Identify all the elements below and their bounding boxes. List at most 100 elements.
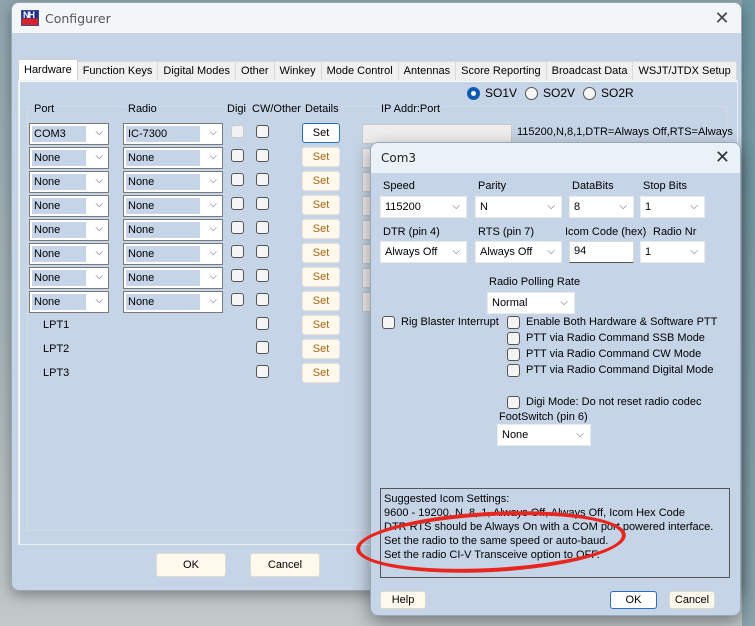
help-button[interactable]: Help <box>380 591 426 609</box>
set-details-button[interactable]: Set <box>302 363 340 383</box>
tab-digital-modes[interactable]: Digital Modes <box>157 61 237 80</box>
dialog-ok-button[interactable]: OK <box>610 591 657 609</box>
chevron-down-icon: ⌵ <box>95 127 103 138</box>
tab-function-keys[interactable]: Function Keys <box>76 61 159 80</box>
cw-other-checkbox[interactable] <box>256 293 269 306</box>
rts-select[interactable]: Always Off ⌵ <box>475 241 562 263</box>
digi-checkbox[interactable] <box>231 269 244 282</box>
notes-line: Set the radio CI-V Transceive option to … <box>384 549 600 561</box>
chevron-down-icon: ⌵ <box>95 199 103 210</box>
set-details-button[interactable]: Set <box>302 219 340 239</box>
port-select[interactable]: None ⌵ <box>29 219 109 241</box>
radio-nr-select[interactable]: 1 ⌵ <box>640 241 705 263</box>
header-digi: Digi <box>225 103 248 115</box>
speed-label: Speed <box>383 180 415 192</box>
radio-so2r[interactable] <box>583 86 597 100</box>
set-details-button[interactable]: Set <box>302 171 340 191</box>
polling-rate-select[interactable]: Normal ⌵ <box>487 292 575 314</box>
radio-so1v[interactable] <box>467 86 480 100</box>
port-select[interactable]: None ⌵ <box>29 195 109 217</box>
chevron-down-icon: ⌵ <box>209 127 217 138</box>
digi-checkbox[interactable] <box>231 293 244 306</box>
digi-checkbox[interactable] <box>231 149 244 162</box>
digi-checkbox[interactable] <box>231 173 244 186</box>
icom-code-input[interactable]: 94 <box>569 241 634 263</box>
ip-addr-input[interactable] <box>362 124 512 144</box>
databits-select[interactable]: 8 ⌵ <box>569 196 634 218</box>
tab-broadcast-data[interactable]: Broadcast Data <box>545 61 634 80</box>
set-details-button[interactable]: Set <box>302 195 340 215</box>
footswitch-select[interactable]: None ⌵ <box>497 424 591 446</box>
dtr-select[interactable]: Always Off ⌵ <box>380 241 467 263</box>
cw-other-checkbox[interactable] <box>256 341 269 354</box>
radio-select[interactable]: None ⌵ <box>123 219 223 241</box>
port-summary: 115200,N,8,1,DTR=Always Off,RTS=Always <box>517 126 733 138</box>
parity-select[interactable]: N ⌵ <box>475 196 562 218</box>
notes-line: DTR RTS should be Always On with a COM p… <box>384 521 714 533</box>
dialog-close-icon[interactable]: ✕ <box>715 146 730 168</box>
radio-select[interactable]: None ⌵ <box>123 291 223 313</box>
tab-score-reporting[interactable]: Score Reporting <box>455 61 547 80</box>
cw-other-checkbox[interactable] <box>256 173 269 186</box>
tab-winkey[interactable]: Winkey <box>273 61 322 80</box>
chevron-down-icon: ⌵ <box>576 429 584 440</box>
set-details-button[interactable]: Set <box>302 243 340 263</box>
radio-select[interactable]: None ⌵ <box>123 171 223 193</box>
set-details-button[interactable]: Set <box>302 267 340 287</box>
rig-blaster-label: Rig Blaster Interrupt <box>401 316 499 328</box>
header-cw-other: CW/Other <box>250 103 303 115</box>
digi-checkbox[interactable] <box>231 221 244 234</box>
radio-select[interactable]: None ⌵ <box>123 243 223 265</box>
rig-blaster-checkbox[interactable] <box>382 316 395 329</box>
tab-mode-control[interactable]: Mode Control <box>320 61 399 80</box>
both-ptt-checkbox[interactable] <box>507 316 520 329</box>
ptt-ssb-checkbox[interactable] <box>507 332 520 345</box>
chevron-down-icon: ⌵ <box>547 246 555 257</box>
stopbits-select[interactable]: 1 ⌵ <box>640 196 705 218</box>
radio-select[interactable]: None ⌵ <box>123 267 223 289</box>
app-logo-icon: NH <box>21 10 39 26</box>
digi-checkbox[interactable] <box>231 125 244 138</box>
tab-antennas[interactable]: Antennas <box>397 61 457 80</box>
port-select[interactable]: None ⌵ <box>29 267 109 289</box>
tab-hardware[interactable]: Hardware <box>18 59 78 80</box>
digi-codec-label: Digi Mode: Do not reset radio codec <box>526 396 702 408</box>
dialog-cancel-button[interactable]: Cancel <box>669 591 715 609</box>
digi-codec-checkbox[interactable] <box>507 396 520 409</box>
ok-button[interactable]: OK <box>156 553 226 577</box>
cw-other-checkbox[interactable] <box>256 125 269 138</box>
port-select[interactable]: None ⌵ <box>29 171 109 193</box>
digi-checkbox[interactable] <box>231 245 244 258</box>
cw-other-checkbox[interactable] <box>256 269 269 282</box>
radio-select[interactable]: None ⌵ <box>123 147 223 169</box>
set-details-button[interactable]: Set <box>302 291 340 311</box>
ptt-digital-checkbox[interactable] <box>507 364 520 377</box>
port-select[interactable]: None ⌵ <box>29 147 109 169</box>
digi-checkbox[interactable] <box>231 197 244 210</box>
tab-wsjt-jtdx-setup[interactable]: WSJT/JTDX Setup <box>632 61 737 80</box>
cw-other-checkbox[interactable] <box>256 197 269 210</box>
cw-other-checkbox[interactable] <box>256 245 269 258</box>
cancel-button[interactable]: Cancel <box>250 553 320 577</box>
tab-other[interactable]: Other <box>235 61 275 80</box>
notes-line: 9600 - 19200, N, 8, 1, Always Off, Alway… <box>384 507 686 519</box>
cw-other-checkbox[interactable] <box>256 317 269 330</box>
set-details-button[interactable]: Set <box>302 123 340 143</box>
cw-other-checkbox[interactable] <box>256 149 269 162</box>
set-details-button[interactable]: Set <box>302 339 340 359</box>
speed-select[interactable]: 115200 ⌵ <box>380 196 467 218</box>
ptt-cw-checkbox[interactable] <box>507 348 520 361</box>
ptt-cw-label: PTT via Radio Command CW Mode <box>526 348 702 360</box>
port-select[interactable]: None ⌵ <box>29 243 109 265</box>
port-select[interactable]: COM3 ⌵ <box>29 123 109 145</box>
port-select[interactable]: None ⌵ <box>29 291 109 313</box>
radio-select[interactable]: IC-7300 ⌵ <box>123 123 223 145</box>
radio-select[interactable]: None ⌵ <box>123 195 223 217</box>
close-icon[interactable]: ✕ <box>711 7 733 29</box>
radio-so2v[interactable] <box>525 86 539 100</box>
cw-other-checkbox[interactable] <box>256 221 269 234</box>
ptt-ssb-label: PTT via Radio Command SSB Mode <box>526 332 705 344</box>
set-details-button[interactable]: Set <box>302 315 340 335</box>
set-details-button[interactable]: Set <box>302 147 340 167</box>
cw-other-checkbox[interactable] <box>256 365 269 378</box>
